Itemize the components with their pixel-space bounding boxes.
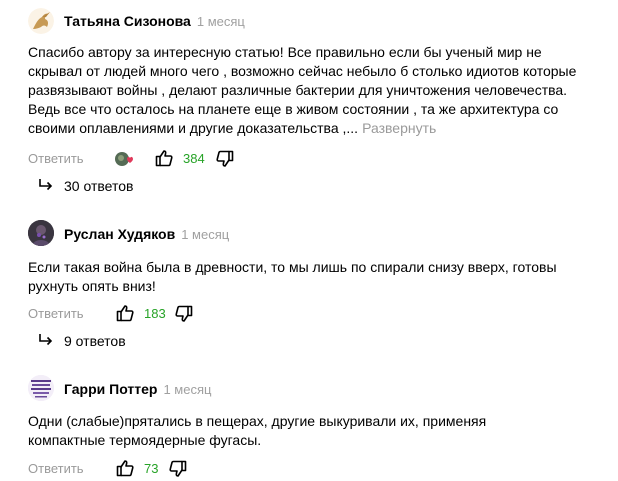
comment-text: Если такая война была в древности, то мы… bbox=[28, 259, 557, 294]
like-icon[interactable] bbox=[116, 459, 134, 477]
comment-time: 1 месяц bbox=[163, 382, 212, 397]
replies-toggle[interactable]: 30 ответов bbox=[38, 178, 133, 194]
comment-text: Одни (слабые)прятались в пещерах, другие… bbox=[28, 413, 487, 448]
like-icon[interactable] bbox=[116, 304, 134, 322]
avatar[interactable] bbox=[28, 220, 54, 246]
comment-actions: Ответить 183 bbox=[28, 304, 228, 324]
reply-button[interactable]: Ответить bbox=[28, 306, 84, 321]
comment-time: 1 месяц bbox=[181, 227, 230, 242]
author-name[interactable]: Татьяна Сизонова 1 месяц bbox=[64, 13, 245, 29]
dislike-icon[interactable] bbox=[175, 305, 193, 323]
author-name[interactable]: Руслан Худяков 1 месяц bbox=[64, 226, 229, 242]
expand-link[interactable]: Развернуть bbox=[362, 120, 436, 136]
user-photo-icon bbox=[28, 220, 54, 246]
text-image-avatar bbox=[28, 375, 54, 401]
dislike-icon[interactable] bbox=[169, 460, 187, 478]
reply-button[interactable]: Ответить bbox=[28, 151, 84, 166]
reply-button[interactable]: Ответить bbox=[28, 461, 84, 476]
avatar[interactable] bbox=[28, 375, 54, 401]
reactions-icon[interactable] bbox=[114, 150, 136, 168]
comment-actions: Ответить 384 bbox=[28, 149, 248, 169]
like-count: 384 bbox=[183, 151, 205, 166]
replies-toggle[interactable]: 9 ответов bbox=[38, 333, 126, 349]
comment-text: Спасибо автору за интересную статью! Все… bbox=[28, 44, 577, 136]
comment-time: 1 месяц bbox=[196, 14, 245, 29]
author-name[interactable]: Гарри Поттер 1 месяц bbox=[64, 381, 211, 397]
avatar[interactable] bbox=[28, 8, 54, 34]
dislike-icon[interactable] bbox=[216, 150, 234, 168]
like-count: 183 bbox=[144, 306, 166, 321]
like-count: 73 bbox=[144, 461, 159, 476]
reply-arrow-icon bbox=[38, 178, 54, 192]
comment-actions: Ответить 73 bbox=[28, 459, 228, 479]
reply-arrow-icon bbox=[38, 333, 54, 347]
like-icon[interactable] bbox=[155, 149, 173, 167]
bird-logo-icon bbox=[28, 8, 54, 34]
